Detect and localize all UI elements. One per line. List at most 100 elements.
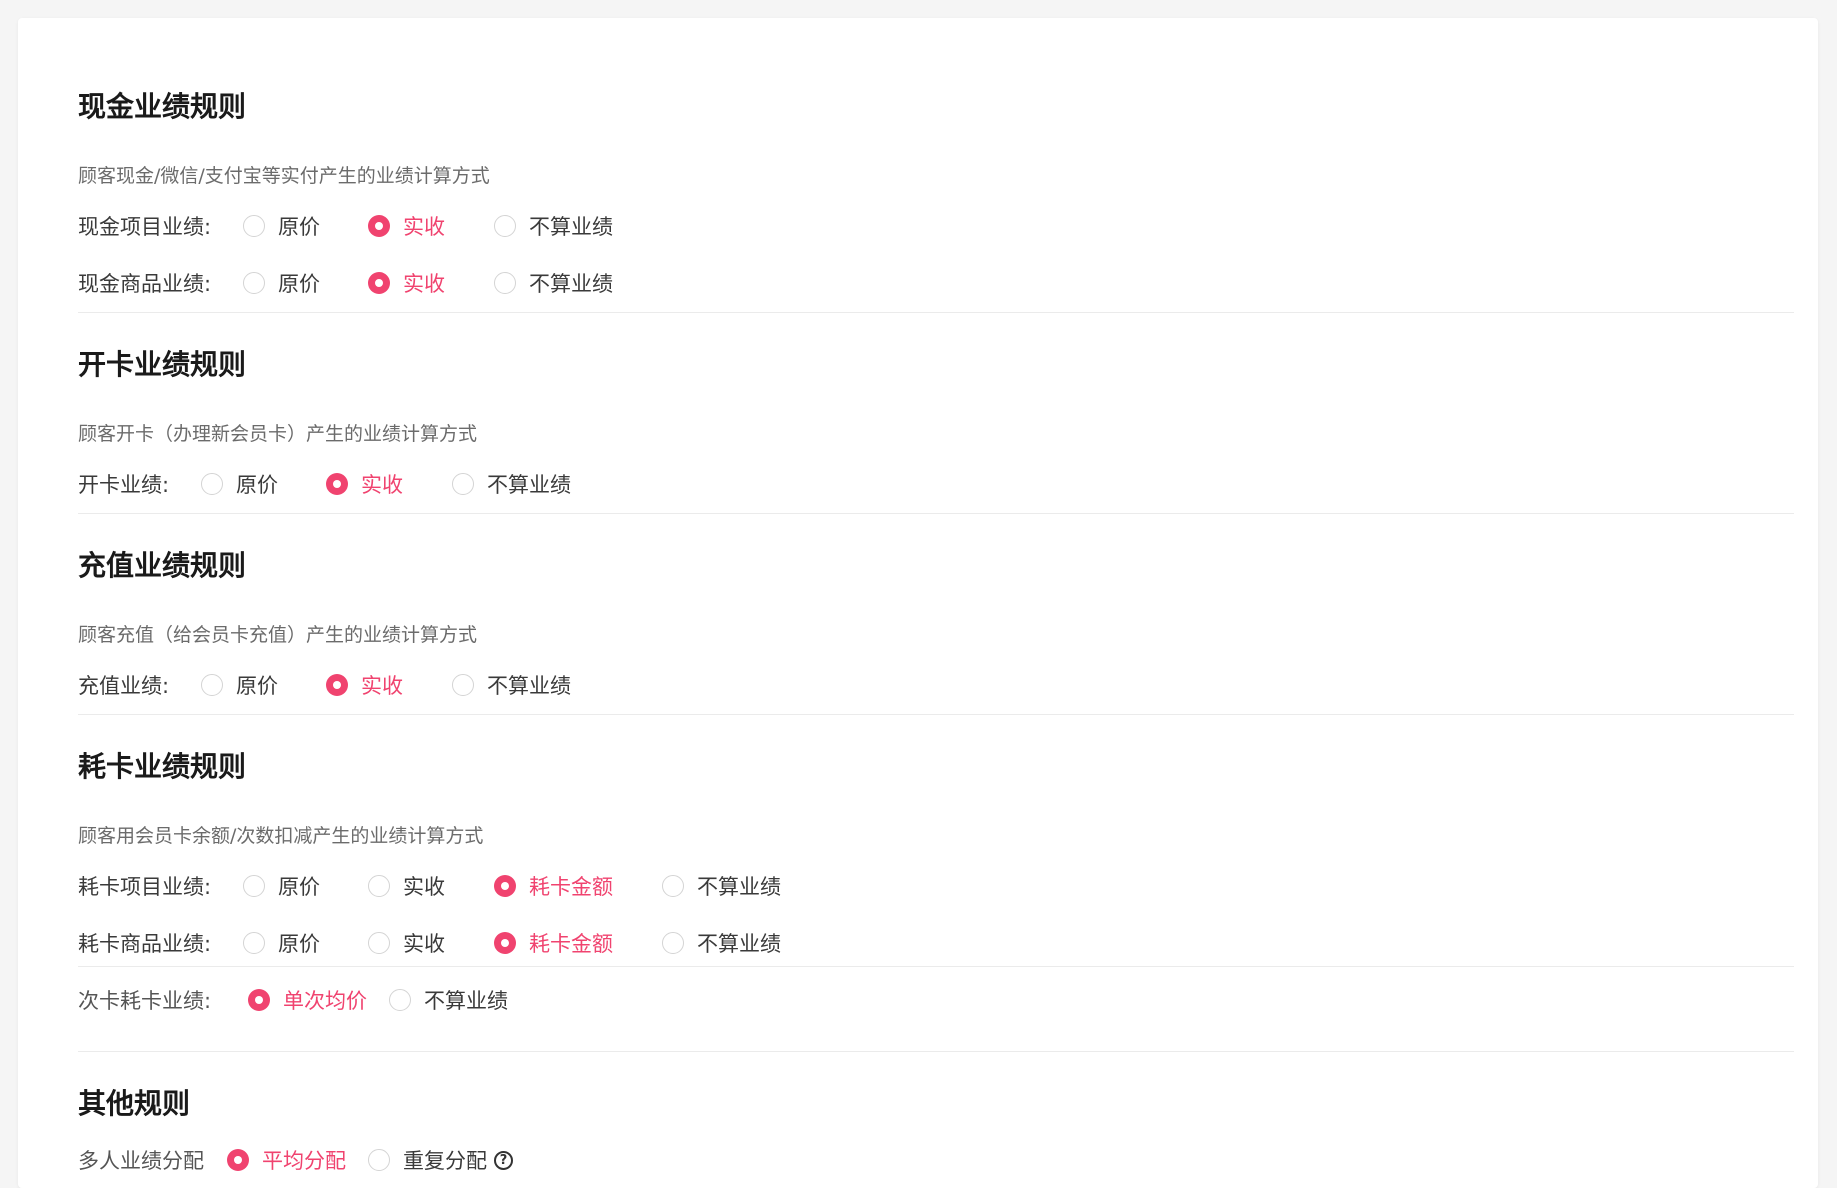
radio-circle[interactable] [243, 875, 265, 897]
radio-option-card-amount[interactable]: 耗卡金额 [494, 925, 613, 961]
radio-circle[interactable] [662, 875, 684, 897]
question-circle-icon[interactable]: ? [494, 1150, 513, 1170]
radio-option-none[interactable]: 不算业绩 [662, 925, 781, 961]
radio-option-actual[interactable]: 实收 [368, 265, 445, 301]
radio-circle[interactable] [368, 875, 390, 897]
row-label: 次卡耗卡业绩: [78, 989, 212, 1013]
radio-circle[interactable] [201, 674, 223, 696]
section-divider [78, 1051, 1794, 1052]
option-label: 实收 [403, 875, 445, 899]
multi-person-row: 多人业绩分配 平均分配 重复分配 ? [78, 1142, 1794, 1178]
option-label: 不算业绩 [697, 932, 781, 956]
row-label: 耗卡商品业绩: [78, 932, 212, 956]
radio-circle[interactable] [494, 215, 516, 237]
radio-circle[interactable] [248, 989, 270, 1011]
radio-circle[interactable] [494, 932, 516, 954]
radio-option-none[interactable]: 不算业绩 [494, 208, 613, 244]
option-label: 不算业绩 [424, 989, 508, 1013]
radio-option-original[interactable]: 原价 [243, 265, 320, 301]
row-label: 充值业绩: [78, 674, 170, 698]
open-card-row: 开卡业绩: 原价 实收 不算业绩 [78, 466, 1794, 502]
option-label: 实收 [403, 932, 445, 956]
option-label: 不算业绩 [697, 875, 781, 899]
radio-circle[interactable] [368, 932, 390, 954]
radio-circle[interactable] [243, 215, 265, 237]
cash-rules-section: 现金业绩规则 顾客现金/微信/支付宝等实付产生的业绩计算方式 现金项目业绩: 原… [78, 90, 1794, 296]
option-label: 原价 [236, 473, 278, 497]
recharge-row: 充值业绩: 原价 实收 不算业绩 [78, 667, 1794, 703]
radio-option-none[interactable]: 不算业绩 [389, 982, 508, 1018]
recharge-rules-section: 充值业绩规则 顾客充值（给会员卡充值）产生的业绩计算方式 充值业绩: 原价 实收… [78, 549, 1794, 698]
section-desc: 顾客充值（给会员卡充值）产生的业绩计算方式 [78, 624, 478, 646]
radio-circle[interactable] [227, 1149, 249, 1171]
radio-circle[interactable] [243, 932, 265, 954]
radio-option-original[interactable]: 原价 [201, 466, 278, 502]
option-label: 重复分配 [403, 1149, 487, 1173]
radio-circle[interactable] [494, 875, 516, 897]
section-title: 其他规则 [78, 1087, 191, 1120]
radio-option-avg-price[interactable]: 单次均价 [248, 982, 367, 1018]
row-label: 耗卡项目业绩: [78, 875, 212, 899]
performance-rules-card: 现金业绩规则 顾客现金/微信/支付宝等实付产生的业绩计算方式 现金项目业绩: 原… [18, 18, 1818, 1188]
radio-circle[interactable] [368, 215, 390, 237]
option-label: 原价 [278, 215, 320, 239]
radio-circle[interactable] [368, 272, 390, 294]
radio-circle[interactable] [494, 272, 516, 294]
radio-circle[interactable] [326, 674, 348, 696]
option-label: 不算业绩 [487, 473, 571, 497]
section-divider [78, 513, 1794, 514]
option-label: 实收 [403, 215, 445, 239]
radio-option-average[interactable]: 平均分配 [227, 1142, 346, 1178]
radio-circle[interactable] [243, 272, 265, 294]
section-title: 现金业绩规则 [78, 90, 247, 123]
radio-option-actual[interactable]: 实收 [326, 667, 403, 703]
radio-option-repeat[interactable]: 重复分配 ? [368, 1142, 513, 1178]
cash-goods-row: 现金商品业绩: 原价 实收 不算业绩 [78, 265, 1794, 301]
option-label: 原价 [278, 875, 320, 899]
radio-circle[interactable] [201, 473, 223, 495]
option-label: 单次均价 [283, 989, 367, 1013]
times-card-row: 次卡耗卡业绩: 单次均价 不算业绩 [78, 982, 1794, 1018]
section-title: 耗卡业绩规则 [78, 750, 247, 783]
radio-option-actual[interactable]: 实收 [368, 208, 445, 244]
radio-circle[interactable] [452, 473, 474, 495]
cash-project-row: 现金项目业绩: 原价 实收 不算业绩 [78, 208, 1794, 244]
open-card-rules-section: 开卡业绩规则 顾客开卡（办理新会员卡）产生的业绩计算方式 开卡业绩: 原价 实收… [78, 348, 1794, 497]
radio-option-card-amount[interactable]: 耗卡金额 [494, 868, 613, 904]
radio-option-none[interactable]: 不算业绩 [452, 667, 571, 703]
radio-option-none[interactable]: 不算业绩 [494, 265, 613, 301]
radio-circle[interactable] [326, 473, 348, 495]
radio-circle[interactable] [452, 674, 474, 696]
radio-option-none[interactable]: 不算业绩 [452, 466, 571, 502]
radio-option-original[interactable]: 原价 [201, 667, 278, 703]
section-desc: 顾客现金/微信/支付宝等实付产生的业绩计算方式 [78, 165, 490, 187]
row-label: 现金商品业绩: [78, 272, 212, 296]
radio-option-none[interactable]: 不算业绩 [662, 868, 781, 904]
option-label: 平均分配 [262, 1149, 346, 1173]
option-label: 耗卡金额 [529, 875, 613, 899]
row-label: 开卡业绩: [78, 473, 170, 497]
radio-option-actual[interactable]: 实收 [368, 868, 445, 904]
radio-option-original[interactable]: 原价 [243, 208, 320, 244]
section-divider [78, 714, 1794, 715]
option-label: 耗卡金额 [529, 932, 613, 956]
row-divider [78, 966, 1794, 967]
radio-circle[interactable] [389, 989, 411, 1011]
radio-circle[interactable] [368, 1149, 390, 1171]
radio-circle[interactable] [662, 932, 684, 954]
option-label: 不算业绩 [487, 674, 571, 698]
radio-option-original[interactable]: 原价 [243, 925, 320, 961]
option-label: 实收 [361, 674, 403, 698]
option-label: 实收 [403, 272, 445, 296]
section-desc: 顾客用会员卡余额/次数扣减产生的业绩计算方式 [78, 825, 484, 847]
option-label: 原价 [278, 932, 320, 956]
option-label: 不算业绩 [529, 215, 613, 239]
row-label: 现金项目业绩: [78, 215, 212, 239]
section-title: 开卡业绩规则 [78, 348, 247, 381]
option-label: 原价 [278, 272, 320, 296]
radio-option-actual[interactable]: 实收 [368, 925, 445, 961]
consume-rules-section: 耗卡业绩规则 顾客用会员卡余额/次数扣减产生的业绩计算方式 耗卡项目业绩: 原价… [78, 750, 1794, 956]
consume-goods-row: 耗卡商品业绩: 原价 实收 耗卡金额 不算业绩 [78, 925, 1794, 961]
radio-option-original[interactable]: 原价 [243, 868, 320, 904]
radio-option-actual[interactable]: 实收 [326, 466, 403, 502]
